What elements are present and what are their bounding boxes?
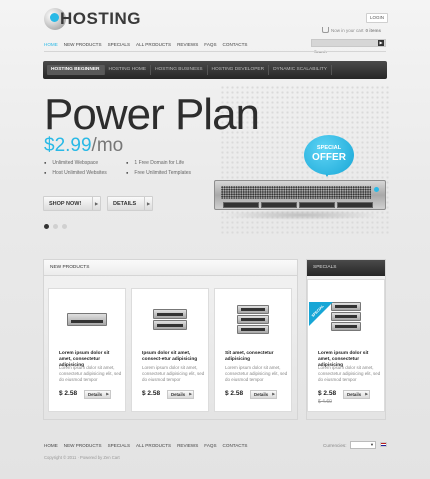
product-card[interactable]: Lorem ipsum dolor sit amet, consectetur … xyxy=(48,288,126,412)
footer-nav-faqs[interactable]: FAQS xyxy=(204,443,216,448)
currencies-label: Currencies: xyxy=(323,443,347,448)
special-product-card[interactable]: SPECIAL Lorem ipsum dolor sit amet, cons… xyxy=(307,279,385,412)
product-price: $ 2.58 xyxy=(142,390,161,397)
status-led-icon xyxy=(374,187,379,192)
arrow-right-icon: ▶ xyxy=(92,197,100,210)
feature-item: Unlimited Webspace xyxy=(44,158,107,168)
footer-nav-all-products[interactable]: ALL PRODUCTS xyxy=(136,443,171,448)
product-title[interactable]: Sit amet, consectetur adipisicing xyxy=(225,351,287,363)
nav-contacts[interactable]: CONTACTS xyxy=(223,42,248,47)
details-label: Details xyxy=(254,392,269,397)
server-shadow xyxy=(222,210,382,220)
language-flag-icon[interactable] xyxy=(380,442,387,447)
product-description: Lorem ipsum dolor sit amet, consectetur … xyxy=(59,365,122,382)
product-price: $ 2.58 xyxy=(225,390,244,397)
hero-price-unit: /mo xyxy=(91,135,124,156)
server-rack-image xyxy=(214,180,386,210)
hero-price-amount: $2.99 xyxy=(44,135,92,156)
new-products-heading: NEW PRODUCTS xyxy=(44,260,297,276)
hero-price: $2.99/mo xyxy=(44,136,123,156)
details-label: Details xyxy=(347,392,362,397)
footer-nav-home[interactable]: HOME xyxy=(44,443,58,448)
product-title[interactable]: Ipsum dolor sit amet, consect-etur adipi… xyxy=(142,351,204,363)
slide-dot[interactable] xyxy=(62,224,67,229)
tab-hosting-home[interactable]: HOSTING HOME xyxy=(105,65,152,75)
offer-line2: OFFER xyxy=(312,152,346,163)
logo-text: HOSTING xyxy=(60,9,141,28)
product-image[interactable] xyxy=(49,289,125,349)
cart-count: 0 items xyxy=(365,27,382,33)
slide-dot[interactable] xyxy=(53,224,58,229)
tab-hosting-developer[interactable]: HOSTING DEVELOPER xyxy=(208,65,270,75)
footer-nav: HOME NEW PRODUCTS SPECIALS ALL PRODUCTS … xyxy=(44,443,247,448)
feature-list-right: 1 Free Domain for Life Free Unlimited Te… xyxy=(126,158,191,178)
arrow-right-icon: ▶ xyxy=(365,392,368,396)
slider-pagination xyxy=(44,224,67,229)
tab-hosting-beginner[interactable]: HOSTING BEGINNER xyxy=(47,65,105,75)
hero-title: Power Plan xyxy=(44,90,260,139)
shop-now-label: SHOP NOW! xyxy=(49,200,82,207)
special-offer-badge: SPECIAL OFFER xyxy=(304,135,354,177)
cart-icon xyxy=(322,27,329,33)
login-button[interactable]: LOGIN xyxy=(366,13,388,23)
nav-new-products[interactable]: NEW PRODUCTS xyxy=(64,42,102,47)
nav-faqs[interactable]: FAQS xyxy=(204,42,216,47)
cart-label: Now in your cart xyxy=(331,27,364,33)
special-product-old-price: $ 4.60 xyxy=(318,399,332,405)
hero-details-button[interactable]: DETAILS ▶ xyxy=(107,196,153,211)
nav-reviews[interactable]: REVIEWS xyxy=(177,42,198,47)
product-image[interactable] xyxy=(132,289,208,349)
product-image[interactable] xyxy=(215,289,291,349)
feature-item: 1 Free Domain for Life xyxy=(126,158,191,168)
tab-dynamic-scalability[interactable]: DYNAMIC SCALABILITY xyxy=(269,65,332,75)
copyright: Copyright © 2011 · Powered by Zen Cart xyxy=(44,455,120,460)
feature-item: Host Unlimited Websites xyxy=(44,168,106,178)
special-details-button[interactable]: Details ▶ xyxy=(343,390,370,399)
product-details-button[interactable]: Details ▶ xyxy=(250,390,277,399)
search-go-button[interactable]: ▶ xyxy=(378,40,384,46)
special-product-price: $ 2.58 xyxy=(318,390,337,397)
feature-list-left: Unlimited Webspace Host Unlimited Websit… xyxy=(44,158,107,178)
nav-home[interactable]: HOME xyxy=(44,42,58,47)
product-price: $ 2.58 xyxy=(59,390,78,397)
feature-item: Free Unlimited Templates xyxy=(126,168,191,178)
arrow-right-icon: ▶ xyxy=(144,197,152,210)
logo[interactable]: HOSTING xyxy=(44,8,141,30)
specials-heading: SPECIALS xyxy=(307,260,385,276)
details-label: Details xyxy=(88,392,103,397)
cart-summary[interactable]: Now in your cart 0 items xyxy=(322,27,381,33)
top-nav: HOME NEW PRODUCTS SPECIALS ALL PRODUCTS … xyxy=(44,42,247,47)
nav-specials[interactable]: SPECIALS xyxy=(108,42,130,47)
special-product-description: Lorem ipsum dolor sit amet, consectetur … xyxy=(318,365,381,382)
offer-line1: SPECIAL xyxy=(316,145,342,151)
product-details-button[interactable]: Details ▶ xyxy=(84,390,111,399)
chevron-down-icon: ▼ xyxy=(370,442,374,447)
arrow-right-icon: ▶ xyxy=(272,392,275,396)
footer-nav-new-products[interactable]: NEW PRODUCTS xyxy=(64,443,102,448)
hosting-tab-bar: HOSTING BEGINNER HOSTING HOME HOSTING BU… xyxy=(43,61,387,79)
nav-all-products[interactable]: ALL PRODUCTS xyxy=(136,42,171,47)
currency-select[interactable]: ▼ xyxy=(350,441,376,449)
footer-nav-reviews[interactable]: REVIEWS xyxy=(177,443,198,448)
arrow-right-icon: ▶ xyxy=(106,392,109,396)
nav-divider xyxy=(44,51,386,52)
slide-dot[interactable] xyxy=(44,224,49,229)
product-description: Lorem ipsum dolor sit amet, consectetur … xyxy=(142,365,205,382)
product-card[interactable]: Sit amet, consectetur adipisicing Lorem … xyxy=(214,288,292,412)
shop-now-button[interactable]: SHOP NOW! ▶ xyxy=(43,196,101,211)
product-description: Lorem ipsum dolor sit amet, consectetur … xyxy=(225,365,288,382)
footer-nav-specials[interactable]: SPECIALS xyxy=(108,443,130,448)
product-details-button[interactable]: Details ▶ xyxy=(167,390,194,399)
arrow-right-icon: ▶ xyxy=(189,392,192,396)
search-box: ▶ xyxy=(311,39,386,55)
details-label: Details xyxy=(171,392,186,397)
product-card[interactable]: Ipsum dolor sit amet, consect-etur adipi… xyxy=(131,288,209,412)
tab-hosting-business[interactable]: HOSTING BUSINESS xyxy=(151,65,208,75)
hero-details-label: DETAILS xyxy=(113,200,137,207)
footer-nav-contacts[interactable]: CONTACTS xyxy=(223,443,248,448)
